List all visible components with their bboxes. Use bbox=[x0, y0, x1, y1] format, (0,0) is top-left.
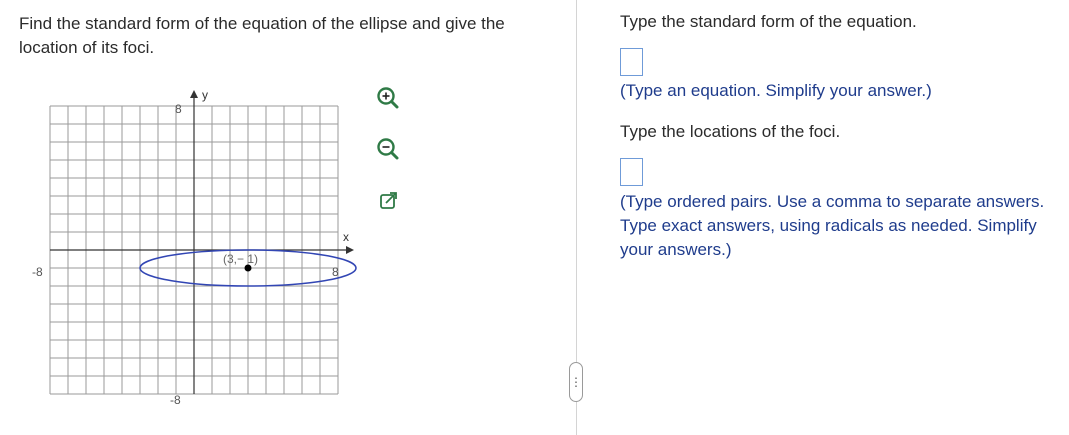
zoom-in-icon bbox=[377, 87, 399, 109]
y-axis-arrow bbox=[190, 90, 198, 98]
equation-answer-box[interactable] bbox=[620, 48, 643, 76]
center-label: (3,− 1) bbox=[223, 252, 258, 266]
y-min-label: -8 bbox=[170, 393, 181, 406]
question-panel: Find the standard form of the equation o… bbox=[0, 0, 575, 435]
popout-button[interactable] bbox=[373, 186, 403, 216]
x-min-label: -8 bbox=[32, 265, 43, 279]
x-axis-arrow bbox=[346, 246, 354, 254]
popout-icon bbox=[380, 192, 397, 209]
x-max-label: 8 bbox=[332, 265, 339, 279]
coordinate-graph: y x 8 -8 8 -8 (3,− 1) bbox=[32, 88, 357, 406]
zoom-in-button[interactable] bbox=[373, 84, 403, 114]
y-max-label: 8 bbox=[175, 102, 182, 116]
x-axis-label: x bbox=[343, 230, 349, 244]
foci-answer-box[interactable] bbox=[620, 158, 643, 186]
zoom-out-icon bbox=[377, 138, 399, 160]
zoom-out-button[interactable] bbox=[373, 135, 403, 165]
foci-prompt: Type the locations of the foci. bbox=[620, 122, 841, 141]
drag-handle-icon: ⋮ bbox=[570, 375, 582, 389]
equation-hint: (Type an equation. Simplify your answer.… bbox=[620, 81, 932, 100]
question-text: Find the standard form of the equation o… bbox=[19, 14, 505, 57]
y-axis-label: y bbox=[202, 88, 208, 102]
graph-axes bbox=[50, 90, 354, 394]
foci-hint: (Type ordered pairs. Use a comma to sepa… bbox=[620, 192, 1045, 259]
divider-drag-handle[interactable]: ⋮ bbox=[569, 362, 583, 402]
equation-prompt: Type the standard form of the equation. bbox=[620, 12, 917, 31]
